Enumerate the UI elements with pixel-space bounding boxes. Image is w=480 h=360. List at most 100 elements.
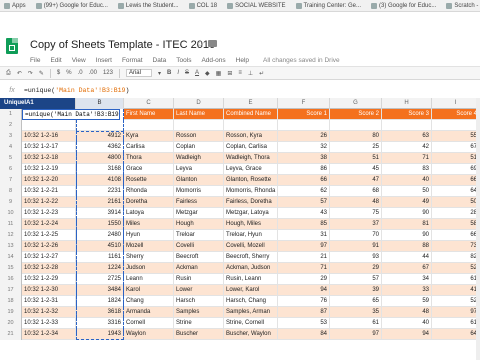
- bookmark-item[interactable]: (3) Google for Educ...: [371, 2, 436, 9]
- cell-f[interactable]: 43: [278, 208, 330, 219]
- cell-b[interactable]: 2480: [76, 230, 124, 241]
- column-header-c[interactable]: C: [124, 98, 174, 109]
- cell-e[interactable]: Strine, Cornell: [224, 318, 278, 329]
- row-number[interactable]: 14: [0, 252, 22, 263]
- cell-e[interactable]: Combined Name: [224, 109, 278, 120]
- cell-f[interactable]: 21: [278, 252, 330, 263]
- cell-e[interactable]: Momorris, Rhonda: [224, 186, 278, 197]
- row-number[interactable]: 2: [0, 120, 22, 131]
- menu-addons[interactable]: Add-ons: [201, 57, 225, 64]
- cell-f[interactable]: 84: [278, 329, 330, 340]
- cell-a[interactable]: 10:32 1-2-24: [22, 219, 76, 230]
- cell-c[interactable]: Rosette: [124, 175, 174, 186]
- row-number[interactable]: 17: [0, 285, 22, 296]
- cell-h[interactable]: 50: [382, 186, 432, 197]
- formula-bar[interactable]: fx =unique('Main Data'!B3:B19): [0, 84, 480, 96]
- cell-g[interactable]: 75: [330, 208, 382, 219]
- row-number[interactable]: 21: [0, 329, 22, 340]
- cell-c[interactable]: Karol: [124, 285, 174, 296]
- cell-e[interactable]: Lower, Karol: [224, 285, 278, 296]
- cell-g[interactable]: 93: [330, 252, 382, 263]
- cell-a[interactable]: [22, 120, 76, 131]
- cell-g[interactable]: [330, 120, 382, 131]
- cell-e[interactable]: Metzgar, Latoya: [224, 208, 278, 219]
- cell-a[interactable]: 10:32 1-2-29: [22, 274, 76, 285]
- cell-f[interactable]: 57: [278, 197, 330, 208]
- cell-d[interactable]: Rosson: [174, 131, 224, 142]
- cell-i[interactable]: 50: [432, 197, 480, 208]
- menu-tools[interactable]: Tools: [176, 57, 191, 64]
- cell-a[interactable]: 10:32 1-2-17: [22, 142, 76, 153]
- cell-b[interactable]: 3618: [76, 307, 124, 318]
- menu-insert[interactable]: Insert: [96, 57, 112, 64]
- cell-b[interactable]: 3914: [76, 208, 124, 219]
- cell-h[interactable]: 94: [382, 329, 432, 340]
- row-number[interactable]: 9: [0, 197, 22, 208]
- sheets-logo-icon[interactable]: [6, 38, 18, 54]
- cell-d[interactable]: Last Name: [174, 109, 224, 120]
- row-number[interactable]: 19: [0, 307, 22, 318]
- cell-e[interactable]: Glanton, Rosette: [224, 175, 278, 186]
- cell-e[interactable]: Samples, Arman: [224, 307, 278, 318]
- menu-view[interactable]: View: [72, 57, 86, 64]
- cell-g[interactable]: 25: [330, 142, 382, 153]
- cell-h[interactable]: 44: [382, 252, 432, 263]
- cell-b[interactable]: 1550: [76, 219, 124, 230]
- cell-d[interactable]: Strine: [174, 318, 224, 329]
- cell-g[interactable]: 48: [330, 197, 382, 208]
- strikethrough-button[interactable]: S: [185, 70, 189, 76]
- cell-d[interactable]: Metzgar: [174, 208, 224, 219]
- folder-icon[interactable]: [208, 40, 217, 47]
- cell-f[interactable]: 86: [278, 164, 330, 175]
- text-color-button[interactable]: A: [195, 70, 199, 76]
- cell-b[interactable]: 1224: [76, 263, 124, 274]
- row-number[interactable]: 15: [0, 263, 22, 274]
- cell-h[interactable]: 83: [382, 164, 432, 175]
- cell-a[interactable]: 10:32 1-2-26: [22, 241, 76, 252]
- cell-g[interactable]: 39: [330, 285, 382, 296]
- cell-e[interactable]: Beecroft, Sherry: [224, 252, 278, 263]
- cell-b[interactable]: 3168: [76, 164, 124, 175]
- cell-c[interactable]: Cornell: [124, 318, 174, 329]
- cell-e[interactable]: Ackman, Judson: [224, 263, 278, 274]
- cell-c[interactable]: Doretha: [124, 197, 174, 208]
- cell-c[interactable]: Mozell: [124, 241, 174, 252]
- cell-c[interactable]: Judson: [124, 263, 174, 274]
- cell-f[interactable]: 97: [278, 241, 330, 252]
- cell-d[interactable]: Leyva: [174, 164, 224, 175]
- row-number[interactable]: 11: [0, 219, 22, 230]
- cell-b[interactable]: 2725: [76, 274, 124, 285]
- cell-h[interactable]: 90: [382, 208, 432, 219]
- menu-format[interactable]: Format: [122, 57, 143, 64]
- fill-color-icon[interactable]: ◆: [205, 70, 210, 77]
- cell-i[interactable]: 58: [432, 219, 480, 230]
- cell-a[interactable]: 10:32 1-2-30: [22, 285, 76, 296]
- print-icon[interactable]: ⎙: [6, 70, 11, 77]
- cell-g[interactable]: 35: [330, 307, 382, 318]
- cell-f[interactable]: 53: [278, 318, 330, 329]
- cell-b[interactable]: 4362: [76, 142, 124, 153]
- valign-icon[interactable]: ⊥: [248, 70, 253, 77]
- cell-f[interactable]: 87: [278, 307, 330, 318]
- row-number[interactable]: 13: [0, 241, 22, 252]
- cell-i[interactable]: 52: [432, 263, 480, 274]
- cell-c[interactable]: Thora: [124, 153, 174, 164]
- cell-f[interactable]: 66: [278, 175, 330, 186]
- cell-i[interactable]: 66: [432, 230, 480, 241]
- cell-g[interactable]: 45: [330, 164, 382, 175]
- cell-e[interactable]: Leyva, Grace: [224, 164, 278, 175]
- cell-h[interactable]: 48: [382, 307, 432, 318]
- cell-i[interactable]: 82: [432, 252, 480, 263]
- percent-button[interactable]: %: [66, 70, 71, 76]
- cell-c[interactable]: Chang: [124, 296, 174, 307]
- column-header-b[interactable]: B: [76, 98, 124, 109]
- column-header-i[interactable]: I: [432, 98, 480, 109]
- cell-f[interactable]: Score 1: [278, 109, 330, 120]
- cell-h[interactable]: 34: [382, 274, 432, 285]
- row-number[interactable]: 12: [0, 230, 22, 241]
- cell-h[interactable]: 67: [382, 263, 432, 274]
- column-header-f[interactable]: F: [278, 98, 330, 109]
- row-number[interactable]: 3: [0, 131, 22, 142]
- cell-g[interactable]: 61: [330, 318, 382, 329]
- row-number[interactable]: 6: [0, 164, 22, 175]
